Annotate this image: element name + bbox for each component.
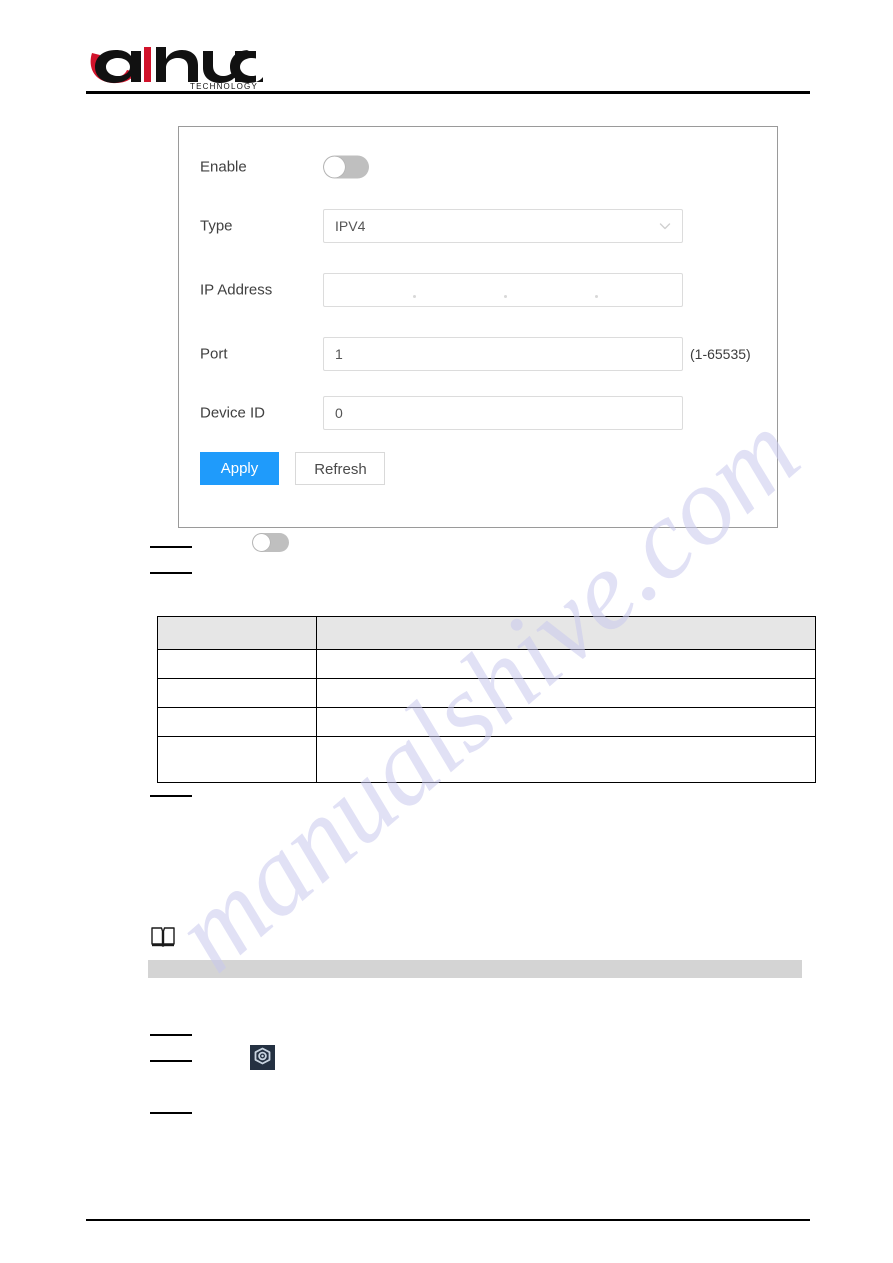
- table-cell: [156, 649, 318, 679]
- step-marker-2: [150, 572, 192, 574]
- step-marker-1: [150, 546, 192, 548]
- table-row: [156, 707, 816, 737]
- step-marker-4: [150, 1034, 192, 1036]
- parameter-table: [156, 616, 816, 783]
- form-row-type: Type IPV4: [179, 206, 777, 246]
- type-select[interactable]: IPV4: [323, 209, 683, 243]
- table-body: [156, 649, 816, 783]
- note-highlight-bar: [148, 960, 802, 978]
- port-range-hint: (1-65535): [690, 346, 751, 362]
- port-value: 1: [335, 346, 343, 362]
- table-header-cell-1: [156, 616, 318, 650]
- table-header-cell-2: [316, 616, 816, 650]
- form-row-ip-address: IP Address: [179, 270, 777, 310]
- table-cell: [156, 736, 318, 783]
- logo-subtext: TECHNOLOGY: [190, 82, 258, 91]
- settings-panel: Enable Type IPV4 IP Address Port 1 (1-65…: [178, 126, 778, 528]
- step-marker-3: [150, 795, 192, 797]
- inline-toggle-icon[interactable]: [252, 533, 289, 552]
- dahua-logo: TECHNOLOGY: [86, 45, 276, 91]
- table-row: [156, 678, 816, 708]
- table-cell: [316, 707, 816, 737]
- port-input[interactable]: 1: [323, 337, 683, 371]
- panel-actions: Apply Refresh: [200, 452, 386, 485]
- gear-settings-icon[interactable]: [250, 1045, 275, 1070]
- form-row-device-id: Device ID 0: [179, 393, 777, 433]
- enable-label: Enable: [200, 158, 247, 176]
- inline-toggle-knob: [253, 534, 270, 551]
- device-id-input[interactable]: 0: [323, 396, 683, 430]
- apply-button[interactable]: Apply: [200, 452, 279, 485]
- ip-address-input[interactable]: [323, 273, 683, 307]
- table-header: [156, 616, 816, 650]
- book-note-icon: [150, 925, 176, 949]
- table-cell: [316, 678, 816, 708]
- enable-toggle[interactable]: [323, 155, 369, 179]
- table-cell: [316, 649, 816, 679]
- form-row-port: Port 1 (1-65535): [179, 334, 777, 374]
- type-select-value: IPV4: [335, 218, 366, 234]
- form-row-enable: Enable: [179, 147, 777, 187]
- footer-divider: [86, 1219, 810, 1221]
- port-label: Port: [200, 345, 228, 363]
- device-id-value: 0: [335, 405, 343, 421]
- table-header-row: [156, 616, 816, 650]
- table-row: [156, 649, 816, 679]
- ip-address-label: IP Address: [200, 281, 273, 299]
- ip-segment-separators: [324, 274, 682, 306]
- device-id-label: Device ID: [200, 404, 266, 422]
- chevron-down-icon: [658, 219, 672, 233]
- type-label: Type: [200, 217, 233, 235]
- table-row: [156, 736, 816, 783]
- toggle-knob: [324, 156, 345, 178]
- table-cell: [316, 736, 816, 783]
- step-marker-6: [150, 1112, 192, 1114]
- table-cell: [156, 707, 318, 737]
- header-divider: [86, 91, 810, 94]
- step-marker-5: [150, 1060, 192, 1062]
- table-cell: [156, 678, 318, 708]
- refresh-button[interactable]: Refresh: [295, 452, 386, 485]
